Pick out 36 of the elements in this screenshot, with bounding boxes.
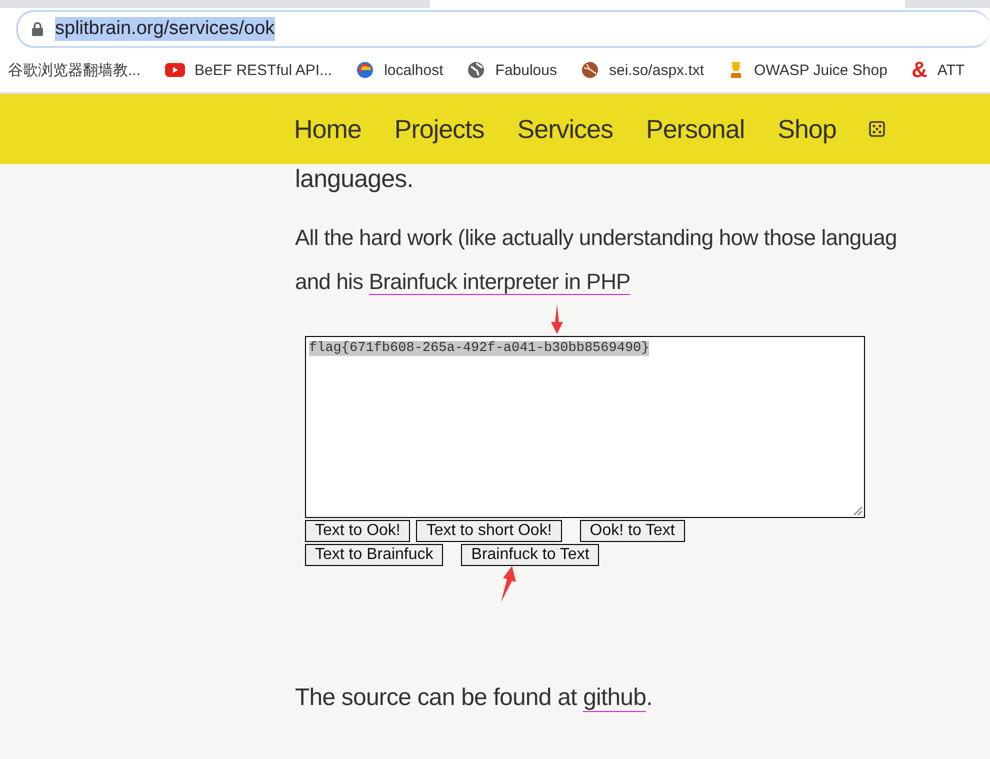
lock-icon: [32, 22, 43, 36]
paragraph-text: languages.: [295, 164, 414, 194]
convert-button[interactable]: Text to Ook!: [305, 520, 410, 542]
convert-button[interactable]: Brainfuck to Text: [461, 544, 600, 566]
bookmark-link[interactable]: Fabulous: [495, 62, 557, 78]
bookmark-link[interactable]: localhost: [384, 62, 444, 78]
interpreter-link[interactable]: Brainfuck interpreter in PHP: [368, 269, 630, 295]
nav-link[interactable]: Home: [294, 114, 362, 144]
bookmark-link[interactable]: ATT: [937, 62, 965, 78]
text-area[interactable]: flag{671fb608-265a-492f-a041-b30bb8569490}: [305, 336, 865, 518]
url-text: splitbrain.org/services/ook: [55, 17, 275, 41]
globe-icon: [467, 61, 486, 79]
github-link[interactable]: github: [583, 684, 646, 712]
paragraph-text: The source can be found at github.: [295, 684, 654, 712]
nav-link[interactable]: Personal: [646, 114, 745, 144]
play-icon: [164, 63, 185, 77]
convert-button[interactable]: Text to Brainfuck: [305, 544, 444, 566]
address-bar[interactable]: splitbrain.org/services/ook: [16, 10, 990, 48]
bookmark-link[interactable]: BeEF RESTful API...: [194, 62, 332, 78]
bookmark-link[interactable]: sei.so/aspx.txt: [609, 62, 704, 78]
ball-icon: [581, 61, 599, 79]
paragraph-text: All the hard work (like actually understanding how those languag and his Brainfuck interpreter in PHP: [295, 224, 898, 297]
bookmark-link[interactable]: OWASP Juice Shop: [754, 62, 888, 78]
nav-link[interactable]: Services: [517, 114, 613, 144]
resize-grip-icon[interactable]: [853, 506, 863, 516]
nav-link[interactable]: Projects: [394, 114, 484, 144]
annotation-arrow: [551, 304, 563, 334]
nav-link[interactable]: Shop: [778, 114, 836, 144]
convert-button[interactable]: Ook! to Text: [580, 520, 685, 542]
swirl-icon: [356, 61, 374, 79]
annotation-arrow: [498, 566, 516, 602]
dice-icon[interactable]: [869, 121, 886, 137]
bookmark-link[interactable]: 谷歌浏览器翻墙教...: [8, 60, 141, 80]
text-area-value: flag{671fb608-265a-492f-a041-b30bb8569490}: [309, 341, 650, 356]
ampersand-icon: &: [911, 59, 928, 81]
convert-button[interactable]: Text to short Ook!: [416, 520, 562, 542]
